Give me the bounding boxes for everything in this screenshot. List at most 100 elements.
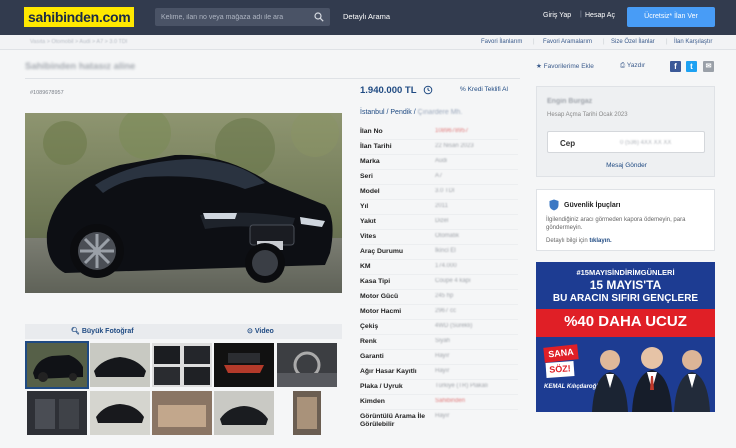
spec-value: A7 [435, 173, 443, 179]
seller-card: Engin Burgaz Hesap Açma Tarihi Ocak 2023… [536, 86, 715, 177]
search-icon[interactable] [314, 12, 324, 22]
shield-icon [549, 199, 559, 211]
ad-sana-badge: SANA [543, 344, 579, 363]
spec-label: Garanti [360, 353, 384, 360]
spec-value: Coupe 4 kapı [435, 278, 471, 284]
thumbnail[interactable] [277, 343, 337, 387]
play-icon: ⊙ [247, 328, 253, 335]
location-district[interactable]: Pendik [390, 109, 411, 116]
twitter-icon[interactable]: t [686, 61, 697, 72]
phone-number: 0 (536) 4XX XX XX [620, 140, 672, 146]
spec-value: Türkiye (TR) Plakalı [435, 383, 489, 389]
spec-row: KM 174.000 [360, 260, 518, 275]
location-separator: / [413, 109, 416, 116]
spec-value: Hayır [435, 413, 450, 419]
car-thumbnail-image [158, 405, 206, 427]
location-city[interactable]: İstanbul [360, 109, 385, 116]
spec-label: Görüntülü Arama İle Görülebilir [360, 413, 426, 428]
advertisement-banner[interactable]: #15MAYISİNDİRİMGÜNLERİ 15 MAYIS'TA BU AR… [536, 262, 715, 412]
thumbnail[interactable] [293, 391, 321, 435]
thumbnail[interactable] [152, 343, 212, 387]
safety-more-link[interactable]: tıklayın. [589, 238, 611, 244]
spec-row: İlan Tarihi 22 Nisan 2023 [360, 140, 518, 155]
car-thumbnail-image [277, 351, 337, 387]
login-link[interactable]: Giriş Yap [543, 12, 571, 19]
listing-id: #1089678957 [30, 90, 64, 96]
divider: | [603, 39, 605, 45]
spec-label: Ağır Hasar Kayıtlı [360, 368, 417, 375]
ad-hashtag: #15MAYISİNDİRİMGÜNLERİ [576, 268, 675, 277]
breadcrumb[interactable]: Vasıta > Otomobil > Audi > A7 > 3.0 TDI [30, 39, 127, 45]
spec-row: Motor Hacmi 2967 cc [360, 305, 518, 320]
thumbnail[interactable] [25, 341, 89, 389]
spec-label: İlan Tarihi [360, 143, 392, 150]
large-photo-label: Büyük Fotoğraf [81, 328, 134, 335]
spec-row: Araç Durumu İkinci El [360, 245, 518, 260]
search-input[interactable] [155, 8, 305, 26]
thumbnail[interactable] [90, 391, 150, 435]
credit-offer-link[interactable]: % Kredi Teklifi Al [460, 86, 508, 93]
account-since: Hesap Açma Tarihi Ocak 2023 [547, 112, 628, 118]
star-icon: ★ [536, 63, 542, 70]
post-listing-button[interactable]: Ücretsiz* İlan Ver [627, 7, 715, 27]
spec-label: İlan No [360, 128, 383, 135]
location-separator: / [386, 109, 389, 116]
send-message-link[interactable]: Mesaj Gönder [537, 162, 716, 169]
seller-name[interactable]: Engin Burgaz [547, 98, 592, 105]
mail-icon[interactable]: ✉ [703, 61, 714, 72]
safety-tips-card: Güvenlik İpuçları İlgilendiğiniz aracı g… [536, 189, 715, 251]
price-history-icon[interactable] [423, 85, 433, 95]
site-logo[interactable]: sahibinden.com [24, 7, 135, 27]
thumbnail[interactable] [27, 391, 87, 435]
top-navbar: sahibinden.com Detaylı Arama Giriş Yap |… [0, 0, 736, 35]
car-thumbnail-image [297, 397, 317, 429]
video-tab[interactable]: ⊙ Video [247, 324, 274, 339]
car-thumbnail-image [33, 355, 83, 382]
spec-label: Yakıt [360, 218, 376, 225]
spec-value: Sahibinden [435, 398, 466, 404]
percent-icon: % [460, 86, 466, 93]
divider: | [533, 39, 535, 45]
safety-tips-body: İlgilendiğiniz aracı görmeden kapora öde… [546, 217, 686, 231]
phone-box[interactable]: Cep 0 (536) 4XX XX XX [547, 131, 705, 153]
spec-row: Kimden Sahibinden [360, 395, 518, 410]
spec-value: 1089678957 [435, 128, 469, 134]
compare-listings-link[interactable]: İlan Karşılaştır [674, 39, 712, 45]
spec-label: Renk [360, 338, 377, 345]
large-photo-tab[interactable]: 🔍︎ Büyük Fotoğraf [71, 324, 134, 339]
listing-price: 1.940.000 TL [360, 85, 417, 96]
car-thumbnail-image [94, 357, 146, 377]
spec-value: İkinci El [435, 248, 456, 254]
ad-discount: %40 DAHA UCUZ [564, 313, 687, 330]
spec-row: İlan No 1089678957 [360, 125, 518, 140]
spec-label: Çekiş [360, 323, 379, 330]
thumbnail[interactable] [90, 343, 150, 387]
spec-label: Plaka / Uyruk [360, 383, 403, 390]
detailed-search-link[interactable]: Detaylı Arama [343, 12, 390, 21]
spec-row: Garanti Hayır [360, 350, 518, 365]
thumbnail[interactable] [214, 391, 274, 435]
safety-more-info: Detaylı bilgi için tıklayın. [546, 238, 612, 244]
special-listings-link[interactable]: Size Özel İlanlar [611, 39, 655, 45]
spec-value: 22 Nisan 2023 [435, 143, 474, 149]
print-button[interactable]: ⎙ Yazdır [620, 62, 645, 70]
facebook-icon[interactable]: f [670, 61, 681, 72]
car-thumbnail-image [96, 404, 144, 423]
signup-link[interactable]: Hesap Aç [585, 12, 615, 19]
spec-value: Hayır [435, 368, 450, 374]
listing-location: İstanbul / Pendik / Çınardere Mh. [360, 109, 462, 116]
location-neighborhood[interactable]: Çınardere Mh. [418, 109, 463, 116]
spec-label: Kimden [360, 398, 385, 405]
thumbnail[interactable] [152, 391, 212, 435]
sub-navbar: Vasıta > Otomobil > Audi > A7 > 3.0 TDI … [0, 35, 736, 50]
favorite-listings-link[interactable]: Favori İlanlarım [481, 39, 522, 45]
spec-label: Seri [360, 173, 373, 180]
spec-value: 4WD (Sürekli) [435, 323, 473, 329]
ad-people-image [592, 347, 710, 412]
main-photo[interactable] [25, 113, 342, 293]
thumbnail[interactable] [214, 343, 274, 387]
favorite-searches-link[interactable]: Favori Aramalarım [543, 39, 592, 45]
add-favorite-button[interactable]: ★ Favorilerime Ekle [536, 62, 594, 70]
spec-label: Vites [360, 233, 377, 240]
spec-row: Plaka / Uyruk Türkiye (TR) Plakalı [360, 380, 518, 395]
